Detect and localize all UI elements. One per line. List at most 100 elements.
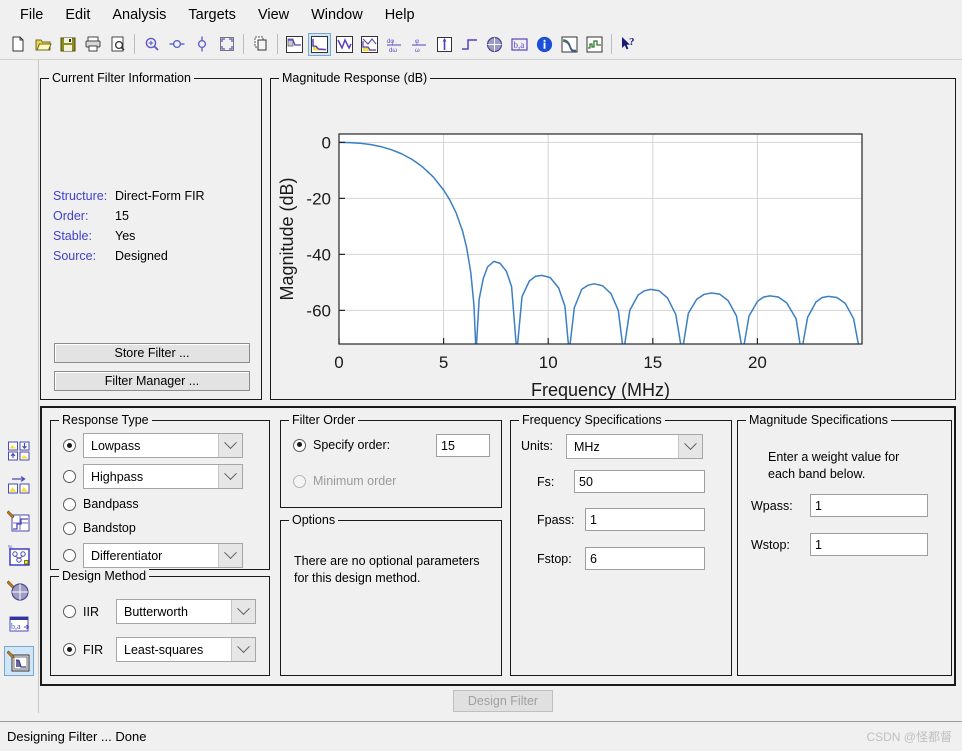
order-input[interactable]: 15 [436, 434, 490, 457]
options-text-line2: for this design method. [294, 570, 420, 587]
highpass-combo[interactable]: Highpass [83, 464, 243, 489]
svg-text:Magnitude (dB): Magnitude (dB) [277, 177, 297, 300]
chevron-down-icon[interactable] [218, 465, 242, 488]
fpass-input[interactable]: 1 [585, 508, 705, 531]
filter-coefficients-icon[interactable]: b,a [508, 33, 531, 56]
filter-information-icon[interactable] [533, 33, 556, 56]
wpass-input[interactable]: 1 [810, 494, 928, 517]
pole-zero-editor-icon[interactable] [4, 646, 34, 676]
zoom-y-icon[interactable] [190, 33, 213, 56]
menu-item-edit[interactable]: Edit [54, 5, 101, 25]
help-pointer-icon[interactable]: ? [617, 33, 640, 56]
menu-item-targets[interactable]: Targets [177, 5, 247, 25]
print-icon[interactable] [81, 33, 104, 56]
zoom-in-icon[interactable] [140, 33, 163, 56]
pole-zero-icon[interactable] [483, 33, 506, 56]
design-method-option-iir[interactable]: IIR Butterworth [63, 599, 256, 624]
new-filter-icon[interactable] [6, 33, 29, 56]
chevron-down-icon[interactable] [231, 638, 255, 661]
magnitude-response-icon[interactable] [308, 33, 331, 56]
svg-text:15: 15 [643, 353, 662, 372]
design-filter-button[interactable]: Design Filter [453, 690, 553, 712]
group-delay-icon[interactable]: dφdω [383, 33, 406, 56]
svg-text:Frequency (MHz): Frequency (MHz) [531, 380, 670, 400]
source-label: Source: [53, 249, 96, 263]
wpass-label: Wpass: [751, 499, 793, 513]
menu-item-analysis[interactable]: Analysis [101, 5, 177, 25]
minimum-order-option[interactable]: Minimum order [293, 474, 396, 488]
design-method-panel: Design Method IIR Butterworth FIR Least-… [50, 576, 270, 676]
wstop-input-value: 1 [815, 538, 822, 552]
svg-text:dω: dω [389, 48, 397, 54]
specify-order-option[interactable]: Specify order: [293, 438, 390, 452]
wpass-input-value: 1 [815, 499, 822, 513]
fir-label: FIR [83, 643, 109, 657]
filter-spec-icon[interactable] [283, 33, 306, 56]
impulse-response-icon[interactable] [433, 33, 456, 56]
wstop-input[interactable]: 1 [810, 533, 928, 556]
menu-item-help[interactable]: Help [374, 5, 426, 25]
phase-delay-icon[interactable]: φω [408, 33, 431, 56]
step-response-icon[interactable] [458, 33, 481, 56]
svg-text:10: 10 [539, 353, 558, 372]
units-combo[interactable]: MHz [566, 434, 703, 459]
magnitude-response-panel: Magnitude Response (dB) 0-20-40-60051015… [270, 78, 956, 400]
store-filter-button[interactable]: Store Filter ... [54, 343, 250, 363]
response-type-option-differentiator[interactable]: Differentiator [63, 543, 243, 568]
chevron-down-icon[interactable] [231, 600, 255, 623]
differentiator-combo-value: Differentiator [84, 549, 218, 563]
copy-icon[interactable] [249, 33, 272, 56]
round-noise-icon[interactable] [583, 33, 606, 56]
print-preview-icon[interactable] [106, 33, 129, 56]
response-type-option-lowpass[interactable]: Lowpass [63, 433, 243, 458]
bandpass-radio[interactable] [63, 498, 76, 511]
iir-method-combo[interactable]: Butterworth [116, 599, 256, 624]
transform-filter-icon[interactable]: % [4, 541, 34, 571]
design-filter-icon[interactable] [4, 436, 34, 466]
open-icon[interactable] [31, 33, 54, 56]
response-type-panel: Response Type Lowpass Highpass Bandpass … [50, 420, 270, 570]
response-type-option-bandpass[interactable]: Bandpass [63, 497, 139, 511]
minimum-order-radio[interactable] [293, 475, 306, 488]
bandstop-label: Bandstop [83, 521, 136, 535]
magnitude-estimate-icon[interactable] [558, 33, 581, 56]
menu-item-file[interactable]: File [9, 5, 54, 25]
fstop-input[interactable]: 6 [585, 547, 705, 570]
fir-method-combo[interactable]: Least-squares [116, 637, 256, 662]
quantize-filter-icon[interactable] [4, 506, 34, 536]
differentiator-combo[interactable]: Differentiator [83, 543, 243, 568]
full-view-icon[interactable] [215, 33, 238, 56]
magnitude-phase-icon[interactable] [358, 33, 381, 56]
filter-manager-button[interactable]: Filter Manager ... [54, 371, 250, 391]
svg-text:5: 5 [439, 353, 448, 372]
response-type-option-bandstop[interactable]: Bandstop [63, 521, 136, 535]
import-filter-icon[interactable] [4, 471, 34, 501]
specify-order-radio[interactable] [293, 439, 306, 452]
realize-model-icon[interactable]: b,a [4, 611, 34, 641]
chevron-down-icon[interactable] [218, 544, 242, 567]
svg-text:-60: -60 [306, 301, 331, 320]
svg-text:0: 0 [334, 353, 343, 372]
save-icon[interactable] [56, 33, 79, 56]
magnitude-response-plot[interactable]: 0-20-40-6005101520Frequency (MHz)Magnitu… [271, 79, 955, 399]
menu-item-window[interactable]: Window [300, 5, 374, 25]
design-method-option-fir[interactable]: FIR Least-squares [63, 637, 256, 662]
fs-input[interactable]: 50 [574, 470, 705, 493]
chevron-down-icon[interactable] [678, 435, 702, 458]
response-type-option-highpass[interactable]: Highpass [63, 464, 243, 489]
menu-item-view[interactable]: View [247, 5, 300, 25]
phase-response-icon[interactable] [333, 33, 356, 56]
fir-radio[interactable] [63, 643, 76, 656]
lowpass-radio[interactable] [63, 439, 76, 452]
differentiator-radio[interactable] [63, 549, 76, 562]
specify-order-label: Specify order: [313, 438, 390, 452]
highpass-radio[interactable] [63, 470, 76, 483]
chevron-down-icon[interactable] [218, 434, 242, 457]
multirate-filter-icon[interactable] [4, 576, 34, 606]
bandstop-radio[interactable] [63, 522, 76, 535]
zoom-x-icon[interactable] [165, 33, 188, 56]
lowpass-combo[interactable]: Lowpass [83, 433, 243, 458]
iir-radio[interactable] [63, 605, 76, 618]
order-value: 15 [115, 209, 129, 223]
toolbar-separator [243, 34, 244, 54]
